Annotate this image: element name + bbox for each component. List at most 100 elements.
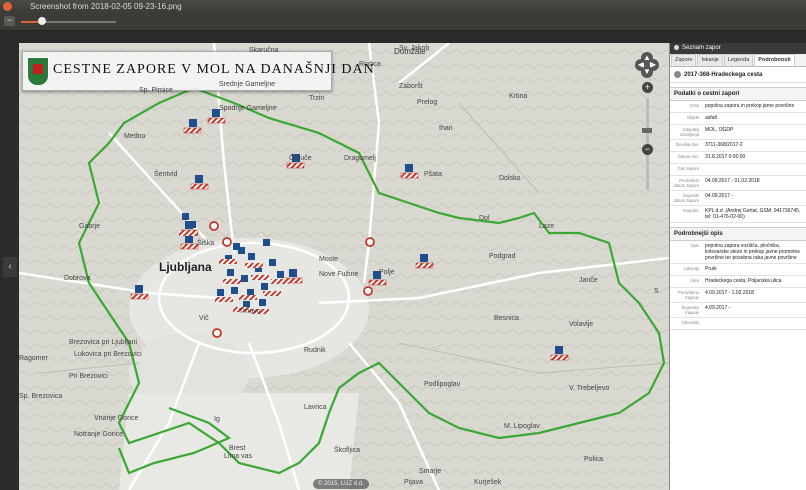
road-title-text: 2017-368-Hradeckega cesta: [684, 72, 763, 79]
place-label: Sv. Jakob: [399, 45, 430, 52]
place-label: Zaboršt: [399, 83, 423, 90]
detail-row: Predvideno trajanje 4.09.2017 - 1.02.2018: [670, 288, 806, 304]
detail-label: Lokacija: [683, 266, 699, 272]
place-label: Kurješek: [474, 479, 502, 486]
collapse-arrow-icon[interactable]: ‹: [3, 257, 17, 277]
place-label: Notranje Gorice: [74, 431, 124, 438]
detail-row: Datum dov. 31.8.2017 0:00:00: [670, 152, 806, 165]
tab-iskanje[interactable]: Iskanje: [697, 54, 723, 66]
road-title: 2017-368-Hradeckega cesta: [670, 67, 806, 84]
section-closure-data: Podatki o cestni zapori: [670, 87, 806, 102]
place-label: Dobrova: [64, 275, 91, 282]
panel-header-label: Seznam zapor: [682, 45, 721, 51]
place-label: Sp. Pirnice: [139, 87, 173, 94]
zoom-out-button[interactable]: −: [642, 144, 653, 155]
window-close-button[interactable]: [3, 2, 12, 11]
place-label: Rudnik: [304, 347, 326, 354]
place-label: Janče: [579, 277, 598, 284]
detail-row: Izvajalec KPL d.d. (Andrej Gortat, GSM: 0…: [670, 206, 806, 224]
map-canvas[interactable]: CESTNE ZAPORE V MOL NA DANAŠNJI DAN Skar…: [19, 43, 669, 490]
zoom-knob[interactable]: [642, 128, 652, 133]
place-label: Gabrje: [79, 223, 101, 230]
detail-value: KPL d.d. (Andrej Gortat, GSM: 041736745,…: [705, 208, 801, 221]
place-label: Dol: [479, 215, 490, 222]
place-label: Šentvid: [154, 171, 178, 178]
detail-label: Dejanski datum zapore: [673, 193, 699, 204]
section-detailed-description: Podrobnejši opis: [670, 227, 806, 242]
place-label: Trnovo: [239, 308, 261, 315]
detail-value: 04.09.2017 -: [705, 193, 734, 200]
place-label: Moste: [319, 256, 339, 263]
place-label: Besnica: [494, 315, 519, 322]
panel-tabs: Zapore Iskanje Legenda Podrobnosti: [670, 54, 806, 67]
road-icon: [674, 71, 681, 78]
detail-row: Opis popolna zapora vozišča, pločnika, ko…: [670, 241, 806, 265]
place-label: Pšata: [424, 171, 442, 178]
place-label: M. Lipoglav: [504, 423, 540, 430]
place-label: Trzin: [309, 95, 325, 102]
detail-label: Obvestila: [681, 320, 699, 326]
detail-label: Predvideno trajanje: [677, 290, 699, 301]
place-label: Dolsko: [499, 175, 521, 182]
detail-value: 4.09.2017 -: [705, 305, 731, 312]
place-label: Šiška: [197, 240, 215, 247]
detail-value: asfalt: [705, 115, 717, 122]
detail-value: 3711-368/2017-2: [705, 142, 743, 149]
place-label: S: [654, 288, 659, 295]
detail-value: popolna zapora vozišča, pločnika, kolesa…: [705, 243, 801, 262]
detail-value: 4.09.2017 - 1.02.2018: [705, 290, 754, 297]
place-label: Skaručna: [249, 47, 279, 54]
place-label: Brest: [229, 445, 246, 452]
place-label: Vič: [199, 315, 209, 322]
detail-label: Vrsta: [689, 103, 699, 109]
tab-legenda[interactable]: Legenda: [723, 54, 754, 66]
place-label: Škofljica: [334, 447, 361, 454]
place-label: Ihan: [439, 125, 453, 132]
viewer-toolbar: −: [0, 13, 806, 31]
place-label: Dragomelj: [344, 155, 376, 162]
tab-podrobnosti[interactable]: Podrobnosti: [754, 54, 795, 66]
place-label: Laze: [539, 223, 555, 230]
detail-value: Prule: [705, 266, 717, 273]
place-label: Polje: [379, 269, 395, 276]
detail-row: Objekt asfalt: [670, 113, 806, 126]
detail-label: Čas zapore: [677, 166, 699, 172]
place-label: Medno: [124, 133, 146, 140]
place-label: Sp. Brezovica: [19, 393, 63, 400]
window-title: Screenshot from 2018-02-05 09-23-16.png: [30, 2, 182, 11]
detail-value: Hradeckega cesta, Poljanska ulica: [705, 278, 782, 285]
place-label: Podgrad: [489, 253, 516, 260]
detail-value: 31.8.2017 0:00:00: [705, 154, 746, 161]
zoom-in-button[interactable]: +: [642, 82, 653, 93]
place-label: Volavlje: [569, 321, 594, 328]
place-label: Pijava: [404, 479, 424, 486]
detail-label: Izdajatelj dovoljenja: [680, 127, 699, 138]
place-label: Vnanje Gorice: [94, 415, 139, 422]
detail-value: MOL, OGDP: [705, 127, 734, 134]
panel-header: Seznam zapor: [670, 43, 806, 54]
detail-row: Dejanski datum zapore 04.09.2017 -: [670, 191, 806, 207]
detail-row: Ulica Hradeckega cesta, Poljanska ulica: [670, 276, 806, 289]
closure-data-rows: Vrsta popolna zapora in prekop jarne povr…: [670, 101, 806, 224]
detail-value: [702, 318, 806, 329]
zoom-slider-knob[interactable]: [38, 17, 46, 25]
detail-label: Ulica: [689, 278, 699, 284]
place-label: Rodica: [359, 61, 381, 68]
ljubljana-crest-logo: [27, 57, 49, 86]
place-label: Krtina: [509, 93, 528, 100]
detail-value: [702, 164, 806, 175]
detail-label: Številka dov.: [675, 142, 699, 148]
place-label: Spodnje Gameljne: [219, 105, 277, 112]
detail-row: Lokacija Prule: [670, 264, 806, 277]
tab-zapore[interactable]: Zapore: [671, 54, 697, 66]
menu-icon[interactable]: −: [4, 16, 15, 26]
pan-down-icon[interactable]: ▼: [641, 66, 653, 78]
detail-label: Predvideni datum zapore: [673, 178, 699, 189]
place-label: Ig: [214, 416, 220, 423]
place-label: Prelog: [417, 99, 438, 106]
place-label: V. Trebeljevo: [569, 385, 610, 392]
detail-label: Objekt: [686, 115, 699, 121]
detail-row: Izdajatelj dovoljenja MOL, OGDP: [670, 125, 806, 141]
description-rows: Opis popolna zapora vozišča, pločnika, ko…: [670, 241, 806, 331]
detail-label: Opis: [690, 243, 699, 249]
